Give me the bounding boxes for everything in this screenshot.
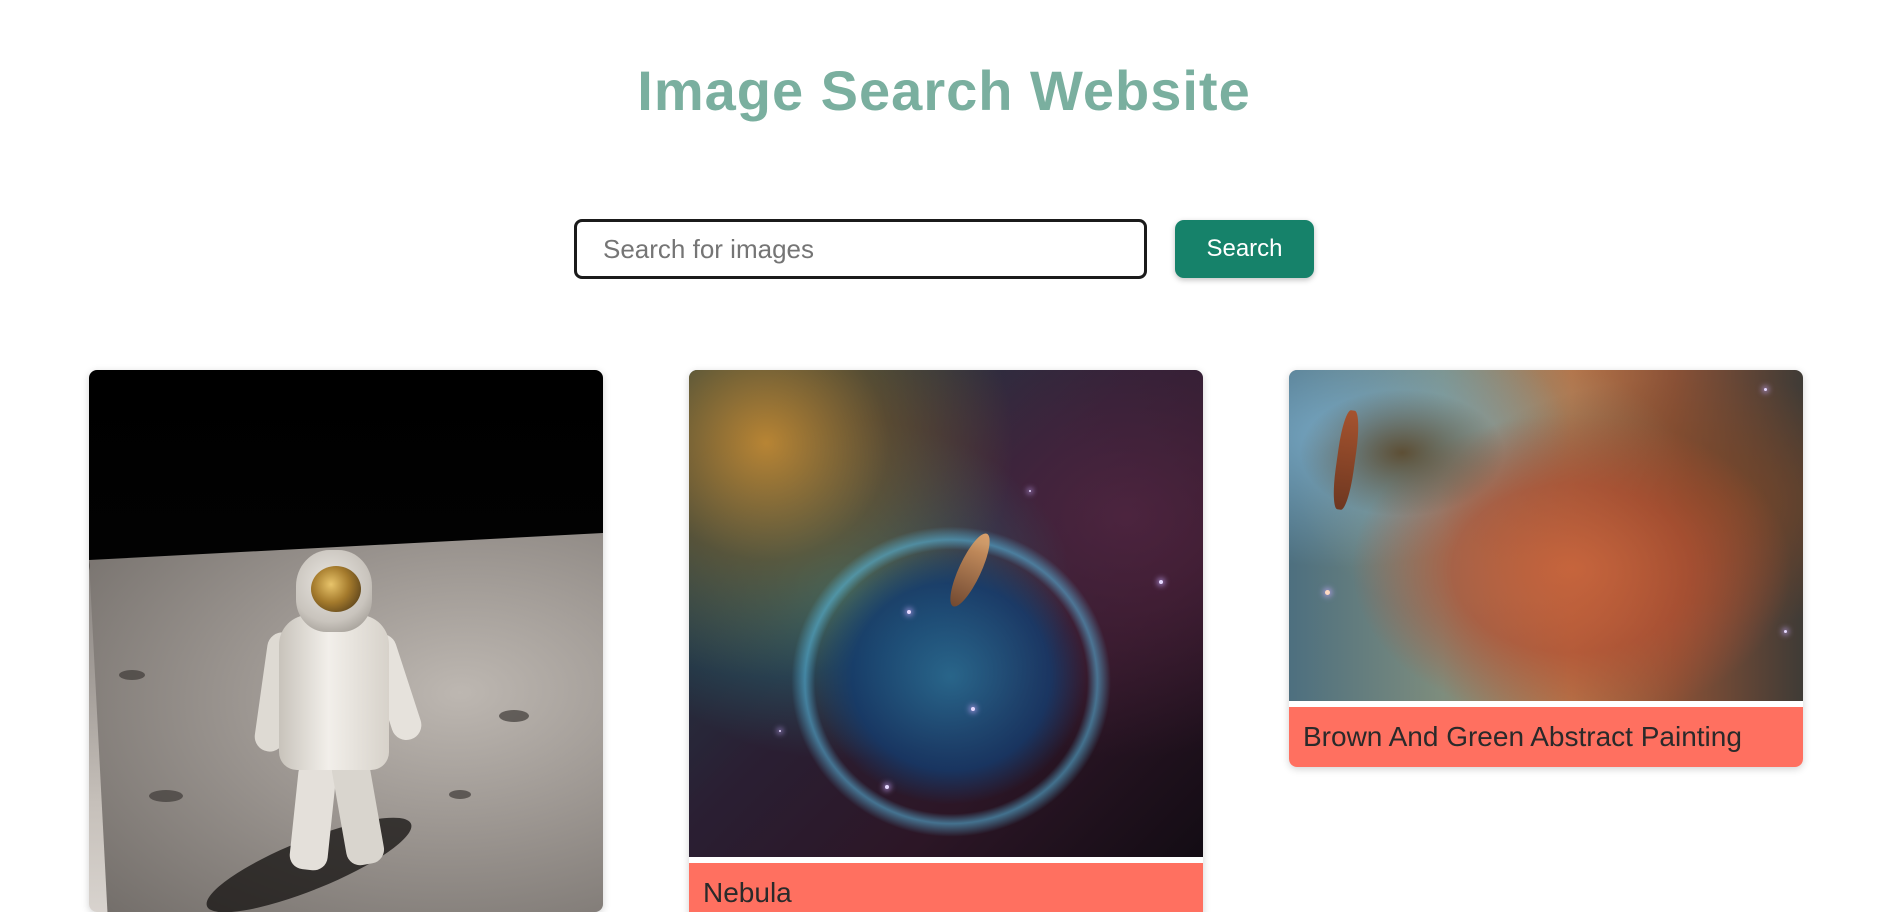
astronaut-visor [311,566,361,612]
astronaut-suit [279,615,389,770]
nebula-pillar [1330,409,1362,511]
abstract-painting-image[interactable] [1289,370,1803,701]
result-caption[interactable]: Nebula [689,863,1203,912]
moon-rock [149,790,183,802]
star [971,707,975,711]
star [885,785,889,789]
star [1159,580,1163,584]
page: Image Search Website Search for images S… [0,0,1888,912]
nebula-image[interactable] [689,370,1203,857]
star [1029,490,1031,492]
star [1784,630,1787,633]
result-caption[interactable]: Brown And Green Abstract Painting [1289,707,1803,767]
star [1764,388,1767,391]
search-button[interactable]: Search [1175,220,1314,278]
result-card [89,370,603,912]
search-input[interactable] [574,219,1147,279]
moon-rock [119,670,145,680]
moon-rock [499,710,529,722]
nebula-gas-plume [943,529,997,611]
search-form: Search [574,219,1314,279]
moon-rock [449,790,471,799]
star [779,730,781,732]
star [1325,590,1330,595]
result-card: Brown And Green Abstract Painting [1289,370,1803,767]
star [907,610,911,614]
page-title: Image Search Website [637,59,1251,122]
astronaut-on-moon-image[interactable] [89,370,603,912]
result-card: Nebula [689,370,1203,912]
